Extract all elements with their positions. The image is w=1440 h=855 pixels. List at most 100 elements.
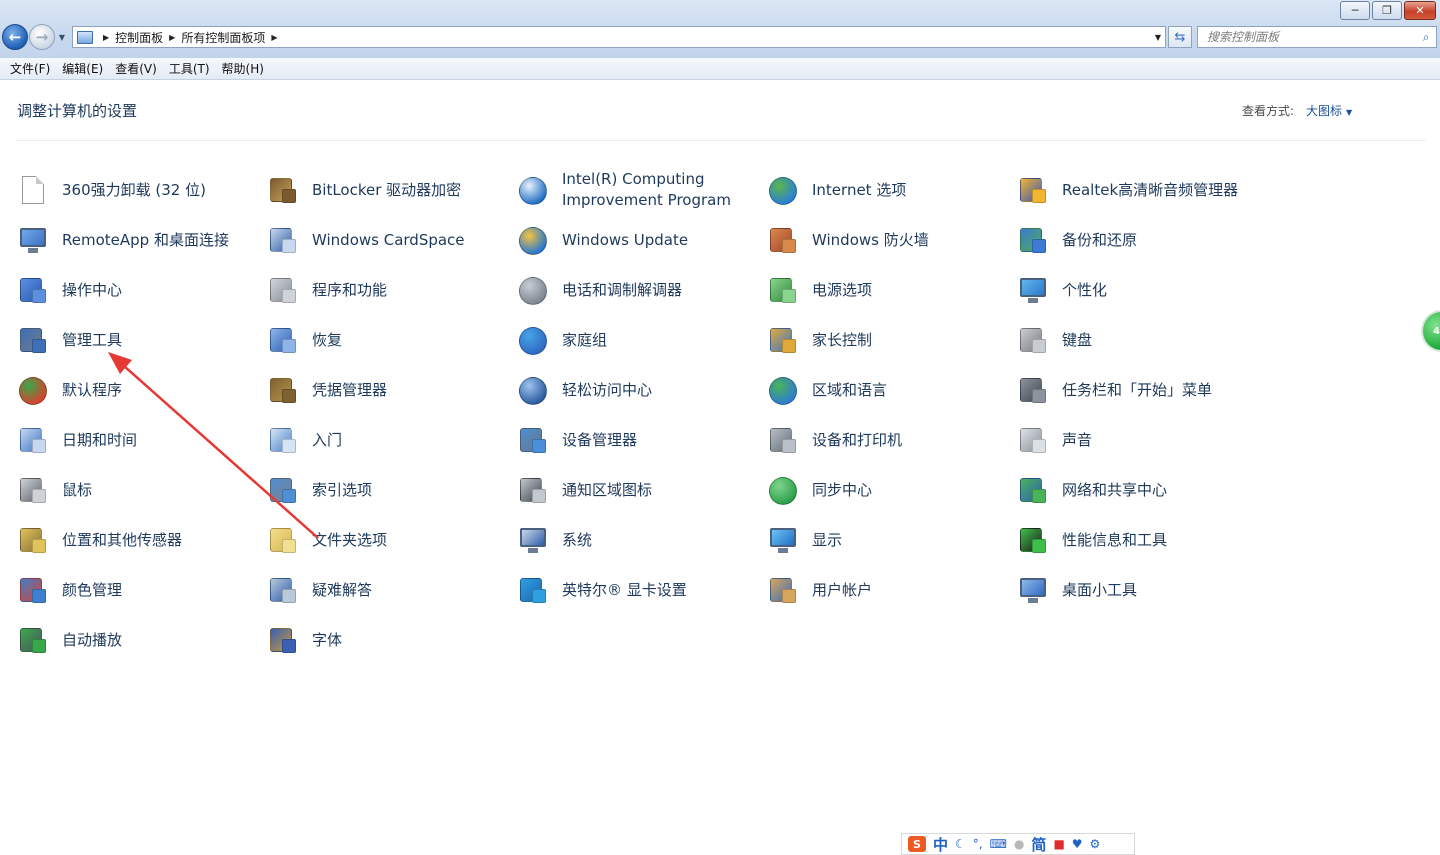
- control-panel-item-label: 桌面小工具: [1062, 580, 1138, 599]
- control-panel-item[interactable]: 备份和还原: [1016, 215, 1266, 265]
- moon-icon[interactable]: ☾: [955, 837, 966, 851]
- address-bar[interactable]: ▶ 控制面板 ▶ 所有控制面板项 ▶ ▼: [72, 26, 1166, 48]
- control-panel-icon: [77, 30, 93, 44]
- notification-area-icon: [516, 473, 550, 507]
- breadcrumb-arrow-icon[interactable]: ▶: [103, 33, 109, 42]
- control-panel-items: 360强力卸载 (32 位) BitLocker 驱动器加密 Intel(R) Co…: [16, 165, 1266, 665]
- user-icon[interactable]: ●: [1014, 837, 1024, 851]
- control-panel-item[interactable]: 默认程序: [16, 365, 266, 415]
- control-panel-item[interactable]: 通知区域图标: [516, 465, 766, 515]
- control-panel-item[interactable]: 区域和语言: [766, 365, 1016, 415]
- control-panel-item[interactable]: Realtek高清晰音频管理器: [1016, 165, 1266, 215]
- control-panel-item[interactable]: 恢复: [266, 315, 516, 365]
- control-panel-item[interactable]: 任务栏和「开始」菜单: [1016, 365, 1266, 415]
- control-panel-item[interactable]: Windows Update: [516, 215, 766, 265]
- control-panel-item-label: 鼠标: [62, 480, 93, 499]
- breadcrumb-control-panel[interactable]: 控制面板: [115, 29, 163, 46]
- restore-button[interactable]: ❐: [1372, 1, 1402, 20]
- indexing-options-icon: [266, 473, 300, 507]
- control-panel-item[interactable]: 颜色管理: [16, 565, 266, 615]
- date-time-icon: [16, 423, 50, 457]
- control-panel-item[interactable]: 索引选项: [266, 465, 516, 515]
- ime-simplified-mode[interactable]: 简: [1031, 834, 1046, 855]
- back-arrow-icon: ←: [8, 28, 22, 46]
- control-panel-item[interactable]: 家长控制: [766, 315, 1016, 365]
- control-panel-item[interactable]: 家庭组: [516, 315, 766, 365]
- control-panel-item[interactable]: BitLocker 驱动器加密: [266, 165, 516, 215]
- menu-view[interactable]: 查看(V): [109, 59, 163, 79]
- control-panel-item-label: 用户帐户: [812, 580, 873, 599]
- control-panel-item[interactable]: RemoteApp 和桌面连接: [16, 215, 266, 265]
- desktop-gadgets-icon: [1016, 573, 1050, 607]
- control-panel-item[interactable]: 键盘: [1016, 315, 1266, 365]
- address-dropdown-icon[interactable]: ▼: [1155, 33, 1161, 42]
- control-panel-item[interactable]: Internet 选项: [766, 165, 1016, 215]
- floating-speed-widget[interactable]: 45: [1421, 310, 1440, 352]
- control-panel-item[interactable]: 电源选项: [766, 265, 1016, 315]
- search-box[interactable]: ⌕: [1197, 26, 1437, 48]
- control-panel-item[interactable]: Windows CardSpace: [266, 215, 516, 265]
- search-input[interactable]: [1198, 28, 1416, 46]
- control-panel-item[interactable]: 显示: [766, 515, 1016, 565]
- camera-icon[interactable]: ■: [1053, 837, 1064, 851]
- action-center-flag-icon: [16, 273, 50, 307]
- control-panel-item[interactable]: 自动播放: [16, 615, 266, 665]
- keyboard-icon[interactable]: ⌨: [990, 837, 1007, 851]
- control-panel-item[interactable]: 日期和时间: [16, 415, 266, 465]
- backup-restore-icon: [1016, 223, 1050, 257]
- control-panel-item[interactable]: 鼠标: [16, 465, 266, 515]
- refresh-button[interactable]: ⇆: [1168, 26, 1192, 48]
- control-panel-item[interactable]: 360强力卸载 (32 位): [16, 165, 266, 215]
- control-panel-item[interactable]: 程序和功能: [266, 265, 516, 315]
- homegroup-icon: [516, 323, 550, 357]
- control-panel-item[interactable]: 个性化: [1016, 265, 1266, 315]
- control-panel-item[interactable]: 网络和共享中心: [1016, 465, 1266, 515]
- punctuation-icon[interactable]: °,: [973, 837, 983, 851]
- control-panel-item[interactable]: 性能信息和工具: [1016, 515, 1266, 565]
- control-panel-item[interactable]: Windows 防火墙: [766, 215, 1016, 265]
- control-panel-item-label: 程序和功能: [312, 280, 388, 299]
- control-panel-item[interactable]: 入门: [266, 415, 516, 465]
- control-panel-item[interactable]: 管理工具: [16, 315, 266, 365]
- view-by-dropdown[interactable]: 大图标 ▼: [1306, 102, 1352, 119]
- minimize-button[interactable]: ─: [1340, 1, 1370, 20]
- control-panel-item[interactable]: 系统: [516, 515, 766, 565]
- recent-pages-button[interactable]: ▼: [56, 24, 68, 50]
- breadcrumb-arrow-icon[interactable]: ▶: [169, 33, 175, 42]
- intel-graphics-icon: [516, 573, 550, 607]
- remote-desktop-icon: [16, 223, 50, 257]
- control-panel-item[interactable]: 声音: [1016, 415, 1266, 465]
- menu-file[interactable]: 文件(F): [4, 59, 56, 79]
- control-panel-item[interactable]: 英特尔® 显卡设置: [516, 565, 766, 615]
- menu-tools[interactable]: 工具(T): [163, 59, 216, 79]
- control-panel-item[interactable]: 字体: [266, 615, 516, 665]
- control-panel-item[interactable]: 桌面小工具: [1016, 565, 1266, 615]
- breadcrumb-arrow-icon[interactable]: ▶: [271, 33, 277, 42]
- back-button[interactable]: ←: [2, 24, 28, 50]
- control-panel-item[interactable]: 轻松访问中心: [516, 365, 766, 415]
- control-panel-item[interactable]: 设备管理器: [516, 415, 766, 465]
- control-panel-item[interactable]: 文件夹选项: [266, 515, 516, 565]
- control-panel-item[interactable]: 疑难解答: [266, 565, 516, 615]
- breadcrumb-all-items[interactable]: 所有控制面板项: [181, 29, 265, 46]
- control-panel-item[interactable]: 位置和其他传感器: [16, 515, 266, 565]
- user-accounts-icon: [766, 573, 800, 607]
- control-panel-item[interactable]: 电话和调制解调器: [516, 265, 766, 315]
- menu-edit[interactable]: 编辑(E): [56, 59, 109, 79]
- control-panel-item[interactable]: 同步中心: [766, 465, 1016, 515]
- control-panel-item-label: Windows 防火墙: [812, 230, 929, 249]
- control-panel-item[interactable]: 操作中心: [16, 265, 266, 315]
- skin-shirt-icon[interactable]: ♥: [1072, 837, 1083, 851]
- control-panel-item[interactable]: 设备和打印机: [766, 415, 1016, 465]
- menu-help[interactable]: 帮助(H): [216, 59, 270, 79]
- settings-gear-icon[interactable]: ⚙: [1090, 837, 1101, 851]
- control-panel-item[interactable]: 凭据管理器: [266, 365, 516, 415]
- close-button[interactable]: ✕: [1404, 1, 1436, 20]
- control-panel-item[interactable]: 用户帐户: [766, 565, 1016, 615]
- control-panel-item[interactable]: Intel(R) Computing Improvement Program: [516, 165, 766, 215]
- sogou-logo-icon[interactable]: S: [908, 836, 926, 852]
- search-icon[interactable]: ⌕: [1416, 30, 1436, 45]
- ime-chinese-mode[interactable]: 中: [933, 834, 948, 855]
- forward-button[interactable]: →: [29, 24, 55, 50]
- document-icon: [16, 173, 50, 207]
